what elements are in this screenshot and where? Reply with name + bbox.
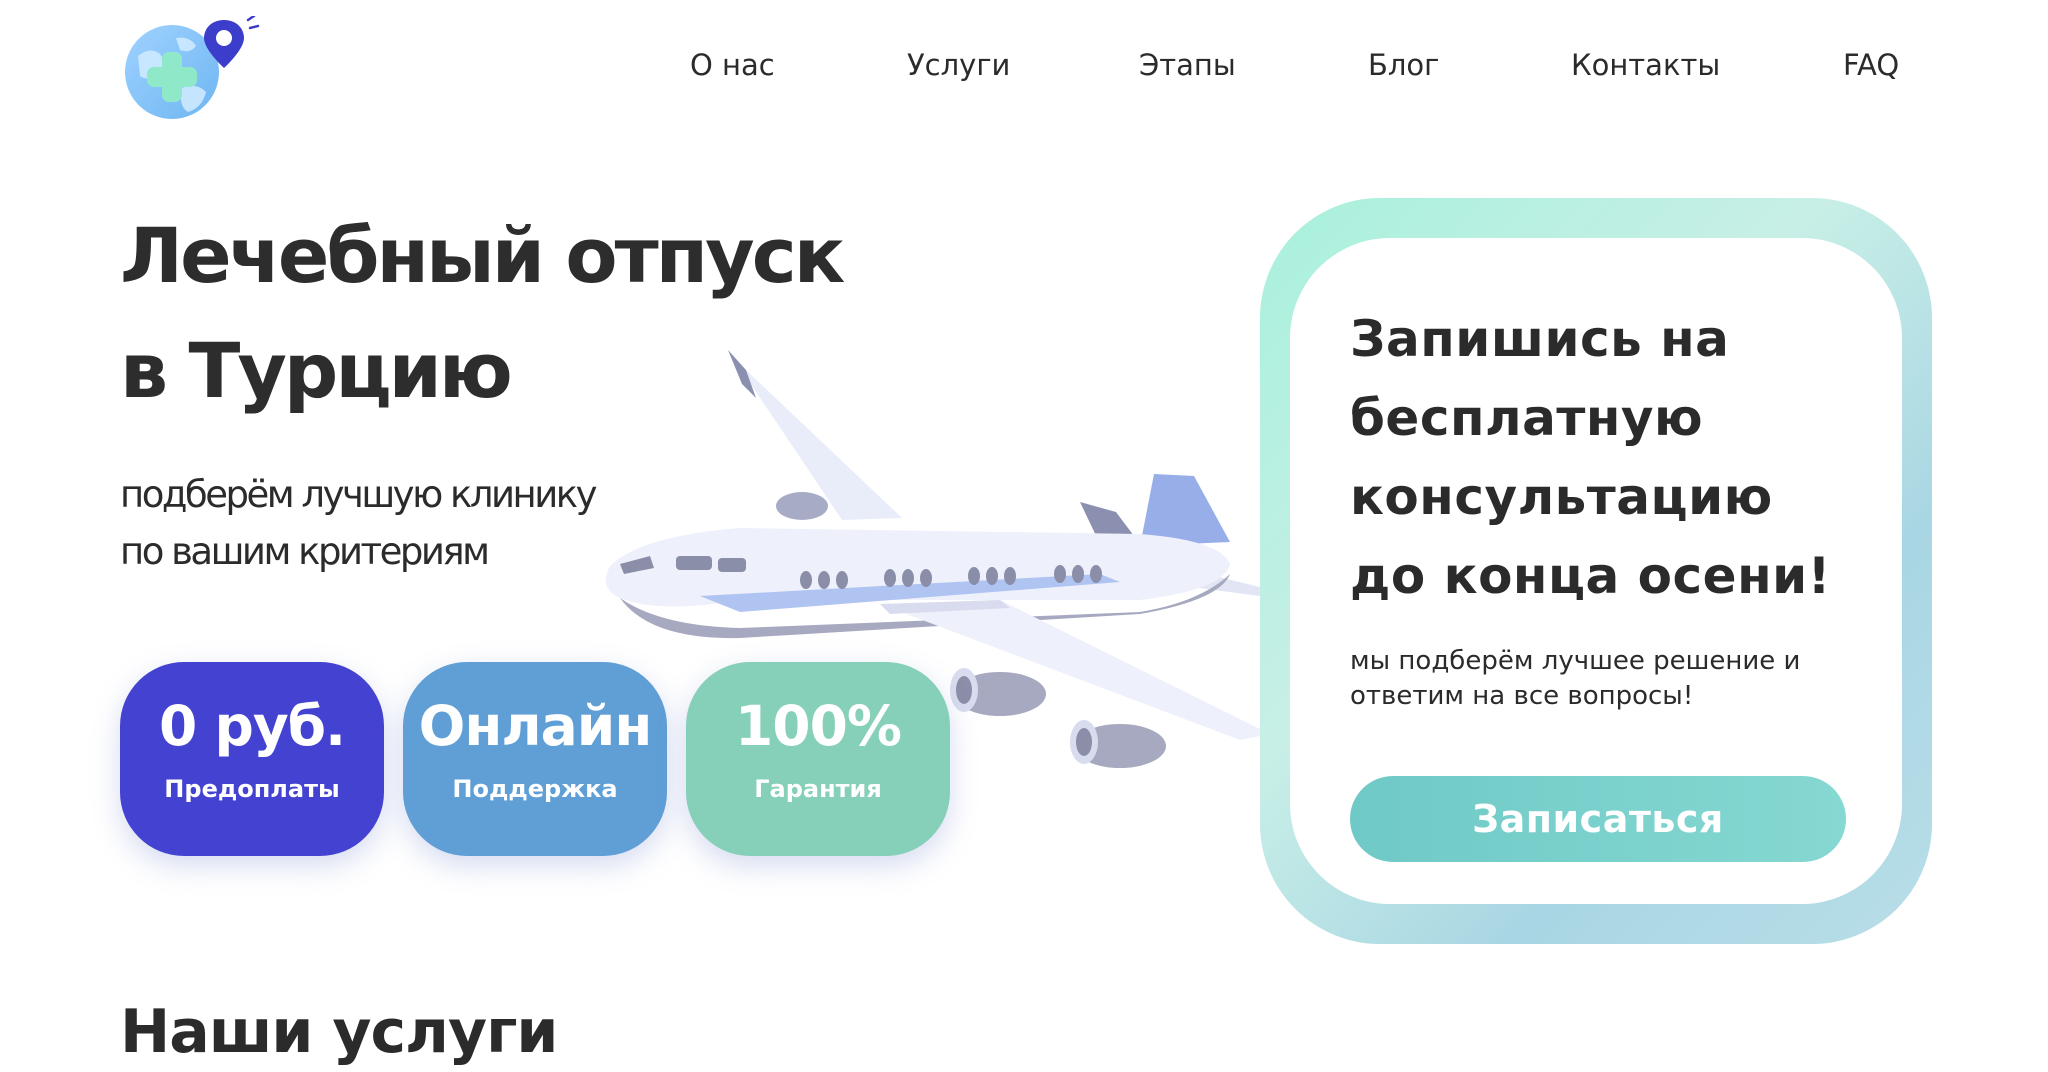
consultation-title: Запишись на бесплатную консультацию до к…: [1350, 300, 1831, 616]
stat-value: 100%: [735, 694, 902, 758]
nav-item-blog[interactable]: Блог: [1368, 40, 1439, 90]
consultation-card: Запишись на бесплатную консультацию до к…: [1290, 238, 1902, 904]
stat-value: 0 руб.: [159, 694, 346, 758]
consultation-description-line: мы подберём лучшее решение и: [1350, 646, 1801, 676]
logo-globe-icon[interactable]: [120, 16, 260, 128]
consultation-card-frame: Запишись на бесплатную консультацию до к…: [1260, 198, 1932, 944]
stat-label: Поддержка: [452, 775, 618, 803]
hero-subtitle-line: подберём лучшую клинику: [120, 473, 598, 516]
consultation-description: мы подберём лучшее решение и ответим на …: [1350, 644, 1800, 714]
hero-subtitle: подберём лучшую клинику по вашим критери…: [120, 466, 598, 580]
services-section-title: Наши услуги: [120, 997, 558, 1067]
consultation-title-line: консультацию: [1350, 468, 1773, 526]
stat-card-prepayment: 0 руб. Предоплаты: [120, 662, 384, 856]
consultation-description-line: ответим на все вопросы!: [1350, 681, 1694, 711]
nav-item-stages[interactable]: Этапы: [1139, 40, 1236, 90]
nav-item-services[interactable]: Услуги: [907, 40, 1010, 90]
stat-card-guarantee: 100% Гарантия: [686, 662, 950, 856]
signup-button[interactable]: Записаться: [1350, 776, 1846, 862]
stat-label: Предоплаты: [164, 775, 340, 803]
nav-item-contacts[interactable]: Контакты: [1571, 40, 1720, 90]
hero-subtitle-line: по вашим критериям: [120, 530, 490, 573]
nav-item-faq[interactable]: FAQ: [1843, 40, 1899, 90]
consultation-title-line: бесплатную: [1350, 389, 1704, 447]
stat-label: Гарантия: [754, 775, 882, 803]
stat-value: Онлайн: [418, 694, 653, 758]
stat-card-support: Онлайн Поддержка: [403, 662, 667, 856]
hero-title-line: Лечебный отпуск: [120, 211, 845, 300]
consultation-title-line: Запишись на: [1350, 310, 1730, 368]
consultation-title-line: до конца осени!: [1350, 547, 1831, 605]
nav-item-about[interactable]: О нас: [690, 40, 775, 90]
